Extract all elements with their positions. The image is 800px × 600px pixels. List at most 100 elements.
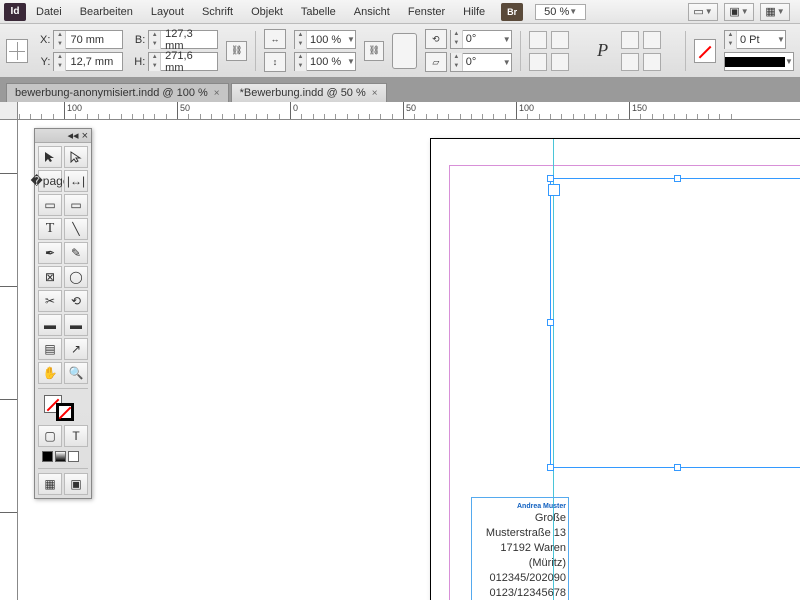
stroke-preview [725, 57, 785, 67]
fill-swatch[interactable] [694, 39, 716, 63]
tools-panel[interactable]: ◂◂× �page |↔| ▭ ▭ T ╲ ✒ ✎ ⊠ ◯ ✂ ⟲ ▬ ▬ ▤ … [34, 128, 92, 499]
resize-handle[interactable] [674, 175, 681, 182]
free-transform-tool[interactable]: ⟲ [64, 290, 88, 312]
select-container-icon[interactable] [621, 31, 639, 49]
flip-v-icon[interactable] [551, 53, 569, 71]
y-input[interactable]: ▲▼12,7 mm [53, 52, 123, 71]
menu-ansicht[interactable]: Ansicht [346, 3, 398, 21]
document-tab-active[interactable]: *Bewerbung.indd @ 50 %× [231, 83, 387, 102]
apply-color-icon[interactable] [42, 451, 53, 462]
container-icon[interactable] [392, 33, 416, 69]
resize-handle[interactable] [547, 175, 554, 182]
menu-bearbeiten[interactable]: Bearbeiten [72, 3, 141, 21]
pencil-tool[interactable]: ✎ [64, 242, 88, 264]
selected-frame[interactable] [550, 178, 800, 468]
screen-mode-icon[interactable]: ▣▼ [724, 3, 754, 21]
separator [38, 388, 88, 389]
fill-stroke-swatch[interactable] [38, 393, 88, 423]
type-tool[interactable]: T [38, 218, 62, 240]
ruler-origin[interactable] [0, 102, 18, 120]
menu-layout[interactable]: Layout [143, 3, 192, 21]
stroke-weight-input[interactable]: ▲▼0 Pt▼ [724, 30, 786, 49]
menu-objekt[interactable]: Objekt [243, 3, 291, 21]
close-icon[interactable]: × [214, 88, 220, 99]
x-input[interactable]: ▲▼70 mm [53, 30, 123, 49]
normal-view-icon[interactable]: ▦ [38, 473, 62, 495]
page-tool[interactable]: �page [38, 170, 62, 192]
resize-handle[interactable] [547, 464, 554, 471]
note-tool[interactable]: ▤ [38, 338, 62, 360]
gradient-feather-tool[interactable]: ▬ [64, 314, 88, 336]
apply-none-icon[interactable] [68, 451, 79, 462]
bridge-icon[interactable]: Br [501, 3, 523, 21]
stroke-color[interactable] [56, 403, 74, 421]
rotate-ccw-icon[interactable] [551, 31, 569, 49]
paragraph-icon[interactable]: P [592, 40, 612, 62]
scale-y-input[interactable]: ▲▼100 %▼ [294, 52, 356, 71]
height-input[interactable]: ▲▼271,6 mm [148, 52, 218, 71]
scale-x-icon: ↔ [264, 29, 286, 49]
zoom-level[interactable]: 50 %▼ [535, 4, 586, 20]
anchor-handle[interactable] [548, 184, 560, 196]
apply-gradient-icon[interactable] [55, 451, 66, 462]
document-page[interactable]: Andrea Muster Große Musterstraße 13 1719… [430, 138, 800, 600]
select-next-icon[interactable] [643, 53, 661, 71]
rectangle-frame-tool[interactable]: ⊠ [38, 266, 62, 288]
reference-point-icon[interactable] [6, 39, 28, 63]
address-text-frame[interactable]: Andrea Muster Große Musterstraße 13 1719… [471, 497, 569, 600]
contact-line: 17192 Waren (Müritz) [474, 541, 566, 571]
arrange-icon[interactable]: ▦▼ [760, 3, 790, 21]
preview-view-icon[interactable]: ▣ [64, 473, 88, 495]
document-tab[interactable]: bewerbung-anonymisiert.indd @ 100 %× [6, 83, 229, 102]
formatting-text-icon[interactable]: T [64, 425, 88, 447]
pen-tool[interactable]: ✒ [38, 242, 62, 264]
x-label: X: [36, 34, 50, 46]
ruler-vertical[interactable] [0, 120, 18, 600]
select-content-icon[interactable] [643, 31, 661, 49]
close-icon[interactable]: × [372, 88, 378, 99]
shear-input[interactable]: ▲▼0°▼ [450, 53, 512, 72]
hand-tool[interactable]: ✋ [38, 362, 62, 384]
scale-x-input[interactable]: ▲▼100 %▼ [294, 30, 356, 49]
shear-icon: ▱ [425, 52, 447, 72]
ruler-horizontal[interactable]: 20015010050050100150 [18, 102, 800, 120]
select-prev-icon[interactable] [621, 53, 639, 71]
eyedropper-tool[interactable]: ↗ [64, 338, 88, 360]
menu-tabelle[interactable]: Tabelle [293, 3, 344, 21]
view-mode-icon[interactable]: ▭▼ [688, 3, 718, 21]
panel-header[interactable]: ◂◂× [35, 129, 91, 143]
contact-line: 0123/12345678 [474, 586, 566, 600]
chevron-down-icon: ▼ [569, 7, 577, 16]
width-input[interactable]: ▲▼127,3 mm [148, 30, 218, 49]
menu-hilfe[interactable]: Hilfe [455, 3, 493, 21]
constrain-scale-icon[interactable]: ⛓ [364, 41, 385, 61]
line-tool[interactable]: ╲ [64, 218, 88, 240]
stroke-style-input[interactable]: ▼ [724, 52, 794, 71]
zoom-tool[interactable]: 🔍 [64, 362, 88, 384]
rectangle-tool[interactable]: ◯ [64, 266, 88, 288]
menu-fenster[interactable]: Fenster [400, 3, 453, 21]
rotation-input[interactable]: ▲▼0°▼ [450, 30, 512, 49]
content-placer-tool[interactable]: ▭ [64, 194, 88, 216]
menu-bar: Id Datei Bearbeiten Layout Schrift Objek… [0, 0, 800, 24]
direct-selection-tool[interactable] [64, 146, 88, 168]
resize-handle[interactable] [674, 464, 681, 471]
app-logo-indesign: Id [4, 3, 26, 21]
flip-h-icon[interactable] [529, 53, 547, 71]
gap-tool[interactable]: |↔| [64, 170, 88, 192]
menu-datei[interactable]: Datei [28, 3, 70, 21]
resize-handle[interactable] [547, 319, 554, 326]
rotate-cw-icon[interactable] [529, 31, 547, 49]
canvas-area[interactable]: Andrea Muster Große Musterstraße 13 1719… [18, 120, 800, 600]
separator [255, 31, 256, 71]
menu-schrift[interactable]: Schrift [194, 3, 241, 21]
selection-tool[interactable] [38, 146, 62, 168]
contact-name: Andrea Muster [474, 502, 566, 511]
scissors-tool[interactable]: ✂ [38, 290, 62, 312]
gradient-swatch-tool[interactable]: ▬ [38, 314, 62, 336]
close-icon[interactable]: × [82, 130, 88, 142]
formatting-container-icon[interactable]: ▢ [38, 425, 62, 447]
constrain-icon[interactable]: ⛓ [226, 41, 247, 61]
content-collector-tool[interactable]: ▭ [38, 194, 62, 216]
collapse-icon[interactable]: ◂◂ [68, 129, 79, 142]
